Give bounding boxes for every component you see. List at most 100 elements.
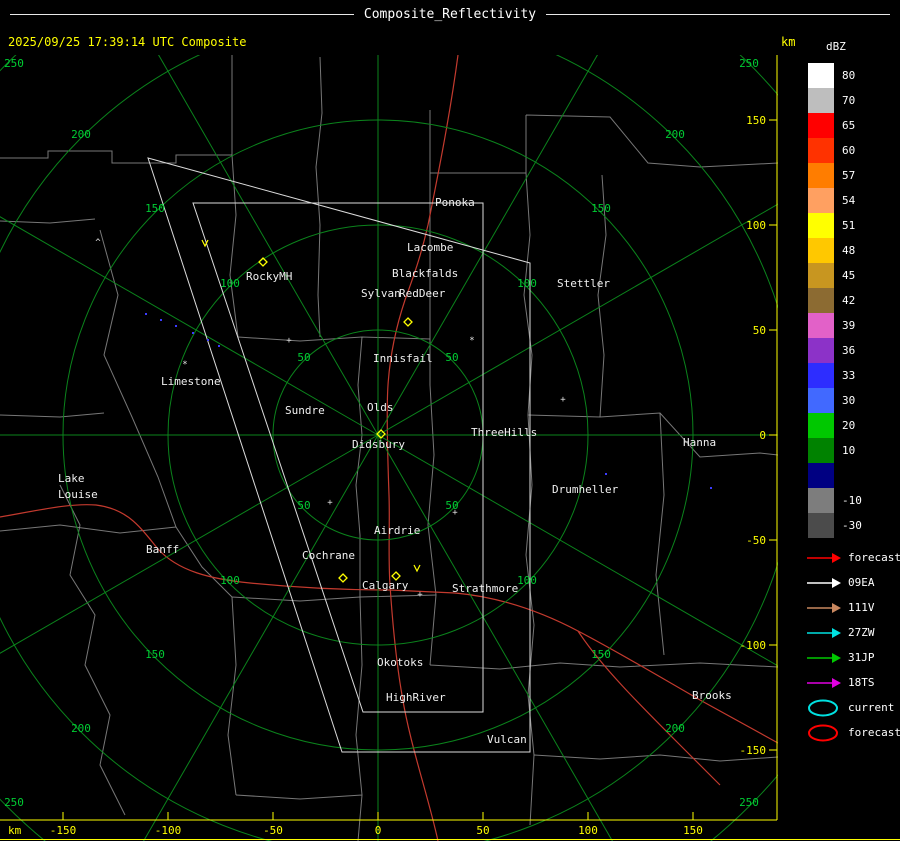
echo-speckle: [605, 473, 607, 475]
city-label: Calgary: [362, 579, 409, 592]
airport-diamond-marker: [404, 318, 412, 326]
legend-item-label: 111V: [848, 601, 875, 614]
city-label: Louise: [58, 488, 98, 501]
radial-line: [98, 55, 378, 435]
city-label: Cochrane: [302, 549, 355, 562]
legend-item: 111V: [806, 595, 900, 620]
colorscale-swatch: [808, 238, 834, 263]
city-label: Okotoks: [377, 656, 423, 669]
colorscale-swatch: [808, 488, 834, 513]
city-label: Sundre: [285, 404, 325, 417]
obstruction-marker: +: [417, 590, 423, 600]
city-label: Innisfail: [373, 352, 433, 365]
colorscale-swatch: [808, 438, 834, 463]
legend-item: 27ZW: [806, 620, 900, 645]
km-unit-label-bottom: km: [8, 824, 22, 837]
colorscale-swatch: [808, 163, 834, 188]
colorscale-swatch: [808, 513, 834, 538]
legend-arrow-icon: [806, 573, 842, 593]
range-distance-label: 100: [517, 574, 537, 587]
city-label: Didsbury: [352, 438, 405, 451]
range-distance-label: 250: [739, 796, 759, 809]
range-distance-label: 200: [665, 722, 685, 735]
city-label: ThreeHills: [471, 426, 537, 439]
colorscale-row: 70: [808, 88, 862, 113]
track-legend: forecast09EA111V27ZW31JP18TScurrentforec…: [806, 545, 900, 745]
radial-line: [0, 435, 378, 715]
colorscale-row: 48: [808, 238, 862, 263]
colorscale-value: 80: [842, 69, 855, 82]
colorscale-value: 60: [842, 144, 855, 157]
range-distance-label: 250: [4, 57, 24, 70]
legend-arrow-icon: [806, 598, 842, 618]
legend-item-label: 18TS: [848, 676, 875, 689]
range-distance-label: 150: [145, 648, 165, 661]
obstruction-marker: +: [286, 336, 292, 346]
y-axis-tick-label: 0: [759, 429, 766, 442]
range-distance-label: 250: [739, 57, 759, 70]
legend-item-label: forecast: [848, 551, 900, 564]
city-label: Vulcan: [487, 733, 527, 746]
legend-arrow-icon: [806, 648, 842, 668]
legend-item: current: [806, 695, 900, 720]
colorscale-value: -30: [842, 519, 862, 532]
legend-item-label: 31JP: [848, 651, 875, 664]
colorscale-value: 70: [842, 94, 855, 107]
range-distance-label: 100: [220, 574, 240, 587]
city-label: Banff: [146, 543, 179, 556]
y-axis-tick-label: -150: [740, 744, 767, 757]
range-distance-label: 50: [445, 351, 458, 364]
colorscale-swatch: [808, 313, 834, 338]
colorscale-swatch: [808, 188, 834, 213]
legend-ellipse-icon: [806, 723, 842, 743]
obstruction-marker: *: [469, 336, 474, 346]
echo-speckle: [207, 339, 209, 341]
range-distance-label: 150: [591, 648, 611, 661]
city-label: Brooks: [692, 689, 732, 702]
y-axis-tick-label: -100: [740, 639, 767, 652]
legend-arrow-icon: [806, 673, 842, 693]
legend-item: 31JP: [806, 645, 900, 670]
colorscale-swatch: [808, 113, 834, 138]
range-distance-label: 200: [71, 128, 91, 141]
y-axis-tick-label: 50: [753, 324, 766, 337]
airport-diamond-marker: [339, 574, 347, 582]
legend-item: 18TS: [806, 670, 900, 695]
city-label: Olds: [367, 401, 394, 414]
colorscale-swatch: [808, 388, 834, 413]
y-axis-tick-label: 100: [746, 219, 766, 232]
city-label: RedDeer: [399, 287, 446, 300]
radar-map-canvas[interactable]: ^+**++++ PonokaLacombeBlackfaldsSylvanRe…: [0, 55, 778, 841]
echo-speckle: [192, 332, 194, 334]
city-label: Ponoka: [435, 196, 475, 209]
x-axis-tick-label: 150: [683, 824, 703, 837]
colorscale-row: 20: [808, 413, 862, 438]
x-axis-tick-label: -150: [50, 824, 77, 837]
range-distance-label: 200: [71, 722, 91, 735]
colorscale-value: 33: [842, 369, 855, 382]
legend-item: forecast: [806, 720, 900, 745]
colorscale-swatch: [808, 63, 834, 88]
radial-line: [0, 155, 378, 435]
obstruction-marker: +: [560, 395, 566, 405]
colorscale-swatch: [808, 213, 834, 238]
echo-speckle: [175, 325, 177, 327]
colorscale-swatch: [808, 463, 834, 488]
window-title: Composite_Reflectivity: [364, 7, 536, 22]
colorscale-row: 60: [808, 138, 862, 163]
echo-speckle: [145, 313, 147, 315]
y-axis-tick-label: -50: [746, 534, 766, 547]
colorscale-row: 30: [808, 388, 862, 413]
colorscale-value: 65: [842, 119, 855, 132]
echo-speckle: [160, 319, 162, 321]
colorscale-row: 57: [808, 163, 862, 188]
echo-speckle: [710, 487, 712, 489]
x-axis-tick-label: -100: [155, 824, 182, 837]
range-distance-label: 150: [591, 202, 611, 215]
colorscale-row: 42: [808, 288, 862, 313]
colorscale-row: 36: [808, 338, 862, 363]
colorscale-value: -10: [842, 494, 862, 507]
colorscale-title: dBZ: [826, 40, 846, 53]
colorscale-swatch: [808, 138, 834, 163]
colorscale-row: 45: [808, 263, 862, 288]
